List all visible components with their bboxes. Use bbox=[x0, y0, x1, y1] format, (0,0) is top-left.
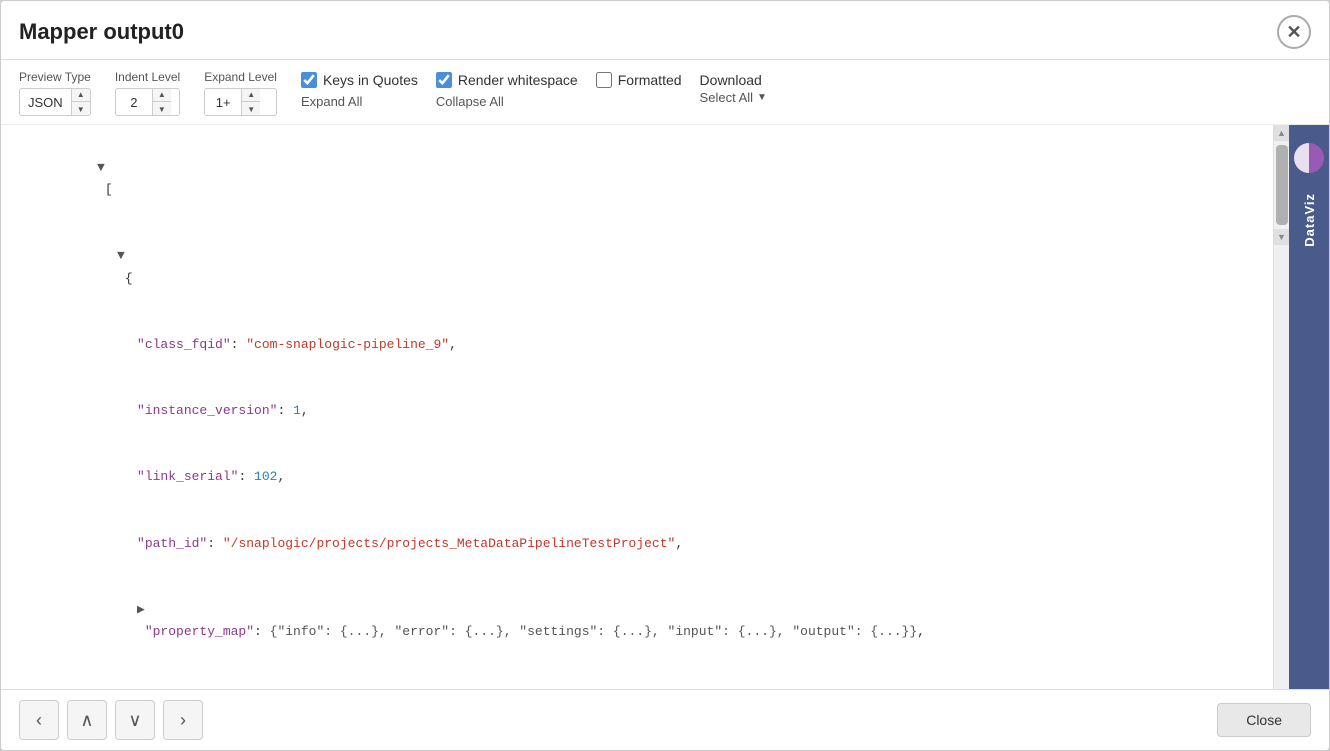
expand-level-spinner[interactable]: 1+ ▲ ▼ bbox=[204, 88, 277, 116]
dialog: Mapper output0 ✕ Preview Type JSON ▲ ▼ I… bbox=[0, 0, 1330, 751]
scroll-down-arrow[interactable]: ▼ bbox=[1274, 229, 1290, 245]
nav-down-button[interactable]: ∨ bbox=[115, 700, 155, 740]
expand-level-up[interactable]: ▲ bbox=[242, 88, 260, 102]
json-line-5: "path_id": "/snaplogic/projects/projects… bbox=[19, 511, 1255, 577]
expand-level-value: 1+ bbox=[205, 95, 241, 110]
preview-type-group: Preview Type JSON ▲ ▼ bbox=[19, 70, 91, 116]
dataviz-label: DataViz bbox=[1302, 193, 1317, 247]
json-line-2: "class_fqid": "com-snaplogic-pipeline_9"… bbox=[19, 312, 1255, 378]
expand-level-group: Expand Level 1+ ▲ ▼ bbox=[204, 70, 277, 116]
brace-0: [ bbox=[97, 182, 113, 197]
render-whitespace-item: Render whitespace Collapse All bbox=[436, 72, 578, 109]
preview-type-value: JSON bbox=[20, 95, 71, 110]
toggle-1[interactable]: ▼ bbox=[117, 245, 131, 267]
json-line-1: ▼ { bbox=[19, 223, 1255, 311]
nav-up-button[interactable]: ∧ bbox=[67, 700, 107, 740]
preview-type-up[interactable]: ▲ bbox=[72, 88, 90, 102]
indent-level-spinner[interactable]: 2 ▲ ▼ bbox=[115, 88, 180, 116]
preview-type-label: Preview Type bbox=[19, 70, 91, 84]
json-line-0: ▼ [ bbox=[19, 135, 1255, 223]
keys-in-quotes-checkbox[interactable] bbox=[301, 72, 317, 88]
expand-level-down[interactable]: ▼ bbox=[242, 102, 260, 116]
dataviz-icon bbox=[1294, 143, 1324, 173]
preview-type-arrows: ▲ ▼ bbox=[71, 88, 90, 116]
content-area: ▼ [ ▼ { "class_fqid": "com-snaplogic-pip… bbox=[1, 125, 1329, 689]
select-all-row: Select All ▼ bbox=[700, 90, 767, 105]
toggle-6[interactable]: ▶ bbox=[137, 599, 151, 621]
render-whitespace-checkbox[interactable] bbox=[436, 72, 452, 88]
checkboxes-group: Keys in Quotes Expand All Render whitesp… bbox=[301, 70, 767, 109]
collapse-all-link[interactable]: Collapse All bbox=[436, 94, 504, 109]
render-whitespace-label: Render whitespace bbox=[458, 72, 578, 88]
render-whitespace-row: Render whitespace bbox=[436, 72, 578, 88]
title-bar: Mapper output0 ✕ bbox=[1, 1, 1329, 60]
select-all-dropdown-icon[interactable]: ▼ bbox=[757, 92, 767, 103]
download-item: Download Select All ▼ bbox=[700, 72, 767, 105]
download-label[interactable]: Download bbox=[700, 72, 762, 88]
indent-level-down[interactable]: ▼ bbox=[153, 102, 171, 116]
expand-level-label: Expand Level bbox=[204, 70, 277, 84]
json-line-4: "link_serial": 102, bbox=[19, 444, 1255, 510]
keys-in-quotes-row: Keys in Quotes bbox=[301, 72, 418, 88]
indent-level-group: Indent Level 2 ▲ ▼ bbox=[115, 70, 180, 116]
formatted-label: Formatted bbox=[618, 72, 682, 88]
indent-level-up[interactable]: ▲ bbox=[153, 88, 171, 102]
bottom-bar: ‹ ∧ ∨ › Close bbox=[1, 689, 1329, 750]
nav-buttons: ‹ ∧ ∨ › bbox=[19, 700, 203, 740]
indent-level-arrows: ▲ ▼ bbox=[152, 88, 171, 116]
keys-in-quotes-item: Keys in Quotes Expand All bbox=[301, 72, 418, 109]
scroll-up-arrow[interactable]: ▲ bbox=[1274, 125, 1290, 141]
close-bottom-button[interactable]: Close bbox=[1217, 703, 1311, 737]
preview-type-down[interactable]: ▼ bbox=[72, 102, 90, 116]
keys-in-quotes-label: Keys in Quotes bbox=[323, 72, 418, 88]
toolbar: Preview Type JSON ▲ ▼ Indent Level 2 ▲ ▼ bbox=[1, 60, 1329, 125]
download-row: Download bbox=[700, 72, 762, 88]
nav-prev-button[interactable]: ‹ bbox=[19, 700, 59, 740]
expand-level-arrows: ▲ ▼ bbox=[241, 88, 260, 116]
expand-all-link[interactable]: Expand All bbox=[301, 94, 362, 109]
toggle-0[interactable]: ▼ bbox=[97, 157, 111, 179]
close-x-button[interactable]: ✕ bbox=[1277, 15, 1311, 49]
preview-type-spinner[interactable]: JSON ▲ ▼ bbox=[19, 88, 91, 116]
indent-level-value: 2 bbox=[116, 95, 152, 110]
json-wrapper: ▼ [ ▼ { "class_fqid": "com-snaplogic-pip… bbox=[1, 125, 1289, 689]
json-line-6: ▶ "property_map": {"info": {...}, "error… bbox=[19, 577, 1255, 665]
formatted-item: Formatted bbox=[596, 72, 682, 88]
brace-1: { bbox=[117, 271, 133, 286]
json-line-7: ▶ "render_map": {"scale_ratio": 1, "pan_… bbox=[19, 665, 1255, 689]
json-line-3: "instance_version": 1, bbox=[19, 378, 1255, 444]
nav-next-button[interactable]: › bbox=[163, 700, 203, 740]
scroll-thumb[interactable] bbox=[1276, 145, 1288, 225]
formatted-row: Formatted bbox=[596, 72, 682, 88]
indent-level-label: Indent Level bbox=[115, 70, 180, 84]
select-all-label[interactable]: Select All bbox=[700, 90, 753, 105]
formatted-checkbox[interactable] bbox=[596, 72, 612, 88]
json-panel[interactable]: ▼ [ ▼ { "class_fqid": "com-snaplogic-pip… bbox=[1, 125, 1273, 689]
dataviz-sidebar[interactable]: DataViz bbox=[1289, 125, 1329, 689]
dialog-title: Mapper output0 bbox=[19, 19, 184, 45]
json-scrollbar: ▲ ▼ bbox=[1273, 125, 1289, 689]
